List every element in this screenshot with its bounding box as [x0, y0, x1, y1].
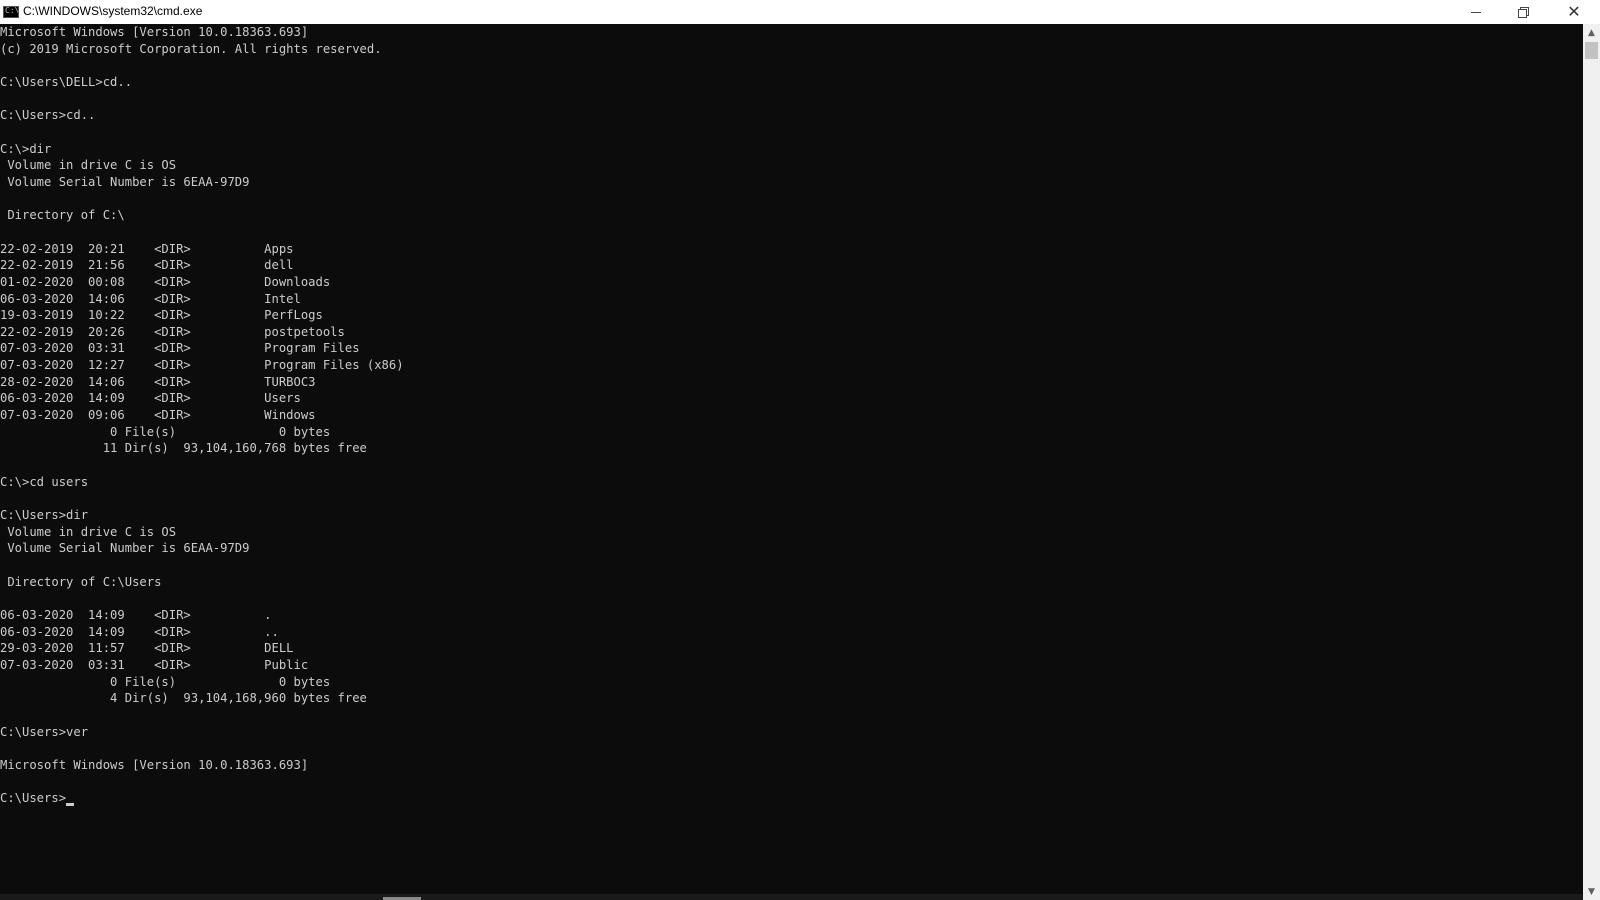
title-bar[interactable]: C:\ C:\WINDOWS\system32\cmd.exe ✕	[0, 0, 1600, 24]
console-line: Directory of C:\	[0, 208, 125, 223]
console-line: 4 Dir(s) 93,104,168,960 bytes free	[0, 691, 367, 706]
scrollbar-thumb[interactable]	[1585, 42, 1598, 59]
minimize-button[interactable]	[1453, 0, 1499, 24]
console-line: C:\Users>dir	[0, 508, 89, 523]
console-line: C:\>dir	[0, 141, 52, 156]
console-line: 07-03-2020 12:27 <DIR> Program Files (x8…	[0, 358, 404, 373]
vertical-scrollbar[interactable]: ▲ ▼	[1583, 24, 1600, 900]
console-line: 28-02-2020 14:06 <DIR> TURBOC3	[0, 374, 316, 389]
console-line: 07-03-2020 09:06 <DIR> Windows	[0, 408, 316, 423]
console-line: C:\Users\DELL>cd..	[0, 74, 133, 89]
console-line: (c) 2019 Microsoft Corporation. All righ…	[0, 41, 382, 56]
console-line: Microsoft Windows [Version 10.0.18363.69…	[0, 757, 309, 772]
console-line: 06-03-2020 14:09 <DIR> .	[0, 607, 272, 622]
console-line: 0 File(s) 0 bytes	[0, 674, 331, 689]
scroll-down-arrow-icon[interactable]: ▼	[1583, 883, 1600, 900]
close-icon: ✕	[1567, 2, 1581, 21]
console-line: Volume Serial Number is 6EAA-97D9	[0, 541, 250, 556]
console-line: Microsoft Windows [Version 10.0.18363.69…	[0, 25, 309, 39]
bottom-edge	[0, 894, 1583, 900]
console-line: Directory of C:\Users	[0, 574, 162, 589]
console-line: Volume in drive C is OS	[0, 158, 177, 173]
console-line: 22-02-2019 20:21 <DIR> Apps	[0, 241, 294, 256]
console-line: 06-03-2020 14:09 <DIR> Users	[0, 391, 301, 406]
console-line: 0 File(s) 0 bytes	[0, 424, 331, 439]
console-line: 06-03-2020 14:09 <DIR> ..	[0, 624, 279, 639]
console-line: C:\>cd users	[0, 474, 89, 489]
cmd-icon[interactable]: C:\	[3, 6, 19, 18]
minimize-icon	[1471, 11, 1481, 13]
console-line: 22-02-2019 21:56 <DIR> dell	[0, 258, 294, 273]
console-line: 07-03-2020 03:31 <DIR> Public	[0, 657, 309, 672]
console-line: 11 Dir(s) 93,104,160,768 bytes free	[0, 441, 367, 456]
console-line: 07-03-2020 03:31 <DIR> Program Files	[0, 341, 360, 356]
restore-button[interactable]	[1500, 0, 1546, 24]
console-line: Volume Serial Number is 6EAA-97D9	[0, 174, 250, 189]
scroll-up-arrow-icon[interactable]: ▲	[1583, 24, 1600, 41]
restore-icon	[1518, 7, 1529, 18]
console-line: 19-03-2019 10:22 <DIR> PerfLogs	[0, 308, 323, 323]
text-cursor	[66, 803, 75, 807]
window-title: C:\WINDOWS\system32\cmd.exe	[23, 4, 203, 18]
console-line: C:\Users>cd..	[0, 108, 96, 123]
console-line: 06-03-2020 14:06 <DIR> Intel	[0, 291, 301, 306]
console-output[interactable]: Microsoft Windows [Version 10.0.18363.69…	[0, 24, 1583, 894]
command-prompt: C:\Users>	[0, 791, 67, 806]
console-line: 01-02-2020 00:08 <DIR> Downloads	[0, 274, 331, 289]
console-line: Volume in drive C is OS	[0, 524, 177, 539]
console-line: C:\Users>ver	[0, 724, 89, 739]
close-button[interactable]: ✕	[1548, 0, 1600, 24]
console-line: 22-02-2019 20:26 <DIR> postpetools	[0, 324, 345, 339]
prompt-line[interactable]: C:\Users>	[0, 790, 1583, 807]
cmd-icon-glyph: C:\	[5, 6, 19, 15]
console-line: 29-03-2020 11:57 <DIR> DELL	[0, 641, 294, 656]
